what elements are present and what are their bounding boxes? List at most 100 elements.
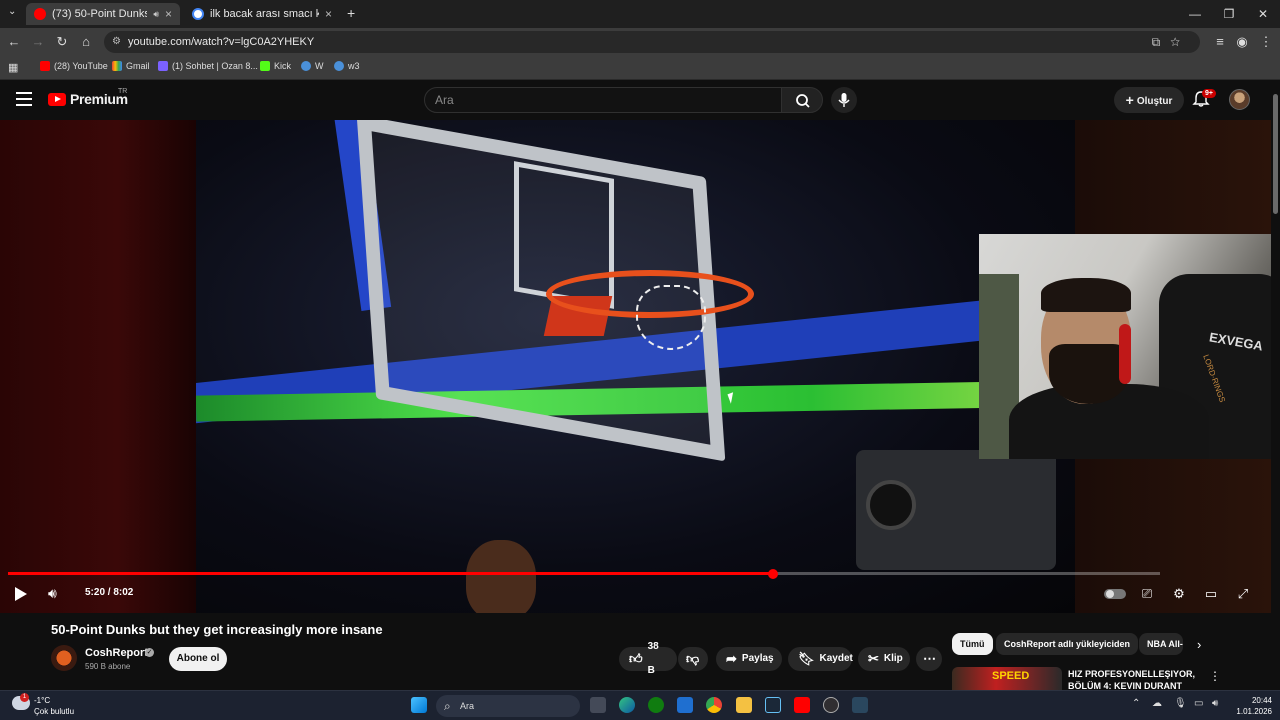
- home-icon[interactable]: ⌂: [78, 34, 94, 49]
- url-input[interactable]: ⚙︎ youtube.com/watch?v=lgC0A2YHEKY ⧉☆: [104, 31, 1200, 53]
- tab-close-icon[interactable]: ×: [325, 7, 332, 21]
- site-info-icon[interactable]: ⚙︎: [112, 31, 121, 53]
- progress-bar[interactable]: [8, 568, 1160, 579]
- bookmark-label: (1) Sohbet | Ozan 8...: [172, 61, 258, 71]
- autoplay-toggle[interactable]: [1104, 589, 1126, 599]
- bookmark-gmail[interactable]: Gmail: [112, 61, 150, 71]
- more-dots-icon: ⋯: [923, 651, 936, 666]
- tray-expand-icon[interactable]: ⌃: [1132, 698, 1140, 709]
- dislike-button[interactable]: 👎︎: [678, 647, 708, 671]
- window-controls: — ❐ ✕: [1178, 0, 1280, 28]
- task-view-icon[interactable]: [590, 697, 606, 713]
- steam-icon[interactable]: [765, 697, 781, 713]
- temperature: -1°C: [34, 696, 51, 705]
- apps-grid-icon[interactable]: ▦: [8, 61, 18, 74]
- chip-nba-all[interactable]: NBA All-: [1139, 633, 1183, 655]
- share-button[interactable]: ➦ Paylaş: [716, 647, 782, 671]
- mic-tray-icon[interactable]: 🎙︎: [1174, 698, 1187, 709]
- more-vertical-icon[interactable]: ⋮: [1209, 669, 1221, 683]
- chrome-icon[interactable]: [706, 697, 722, 713]
- tab-title: (73) 50-Point Dunks but they get: [52, 8, 148, 20]
- media-control-icon[interactable]: ≡: [1212, 34, 1228, 49]
- thumbs-down-icon: 👎︎: [686, 651, 700, 666]
- restore-icon[interactable]: ❐: [1212, 0, 1246, 28]
- chip-from-uploader[interactable]: CoshReport adlı yükleyiciden: [996, 633, 1139, 655]
- channel-avatar[interactable]: [51, 645, 77, 671]
- scrubber-handle[interactable]: [767, 568, 778, 579]
- speaker-icon[interactable]: 🔊︎: [1212, 698, 1218, 709]
- create-button[interactable]: + Oluştur: [1114, 87, 1184, 113]
- time-display: 5:20 / 8:02: [85, 587, 134, 598]
- chip-all[interactable]: Tümü: [952, 633, 993, 655]
- chevron-right-icon[interactable]: ›: [1197, 637, 1201, 652]
- subtitles-icon[interactable]: ⎚: [1138, 586, 1156, 602]
- volume-icon[interactable]: 🔊︎: [48, 585, 57, 602]
- taskbar-search[interactable]: Ara: [436, 695, 580, 717]
- streamer-beard: [1049, 344, 1129, 404]
- hamburger-menu-icon[interactable]: [16, 92, 32, 106]
- install-icon[interactable]: ⧉: [1152, 35, 1171, 49]
- search-button[interactable]: [781, 87, 823, 113]
- scrollbar-thumb[interactable]: [1273, 94, 1278, 214]
- video-frame[interactable]: [196, 120, 1075, 613]
- edge-icon[interactable]: [619, 697, 635, 713]
- url-text: youtube.com/watch?v=lgC0A2YHEKY: [128, 36, 315, 48]
- tab-audio-icon[interactable]: 🔊︎: [153, 9, 159, 20]
- notifications-badge: 9+: [1202, 89, 1216, 98]
- page-scrollbar[interactable]: [1271, 80, 1280, 690]
- reload-icon[interactable]: ↻: [54, 34, 70, 50]
- youtube-favicon-icon: [34, 8, 46, 20]
- bookmark-w[interactable]: W: [301, 61, 324, 71]
- onedrive-icon[interactable]: ☁: [1152, 698, 1162, 709]
- player-head: [466, 540, 536, 613]
- youtube-premium-logo[interactable]: Premium TR: [48, 88, 128, 107]
- clip-button[interactable]: ✂ Klip: [858, 647, 910, 671]
- minimize-icon[interactable]: —: [1178, 0, 1212, 28]
- subscribe-button[interactable]: Abone ol: [169, 647, 227, 671]
- channel-name[interactable]: CoshReport: [85, 647, 148, 659]
- file-explorer-icon[interactable]: [736, 697, 752, 713]
- network-icon[interactable]: ▭: [1194, 698, 1203, 709]
- bookmark-star-icon[interactable]: ☆: [1170, 35, 1190, 49]
- save-button[interactable]: 🔖︎ Kaydet: [788, 647, 853, 671]
- globe-icon: [334, 61, 344, 71]
- tab-search-chevron-icon[interactable]: ⌄: [8, 6, 16, 17]
- search-icon: [796, 94, 810, 108]
- recommendation-title[interactable]: HIZ PROFESYONELLEŞIYOR, BÖLÜM 4: KEVIN D…: [1068, 668, 1198, 690]
- youtube-app-icon[interactable]: [794, 697, 810, 713]
- back-icon[interactable]: ←: [6, 34, 22, 49]
- steam-active-icon[interactable]: [852, 697, 868, 713]
- xbox-icon[interactable]: [648, 697, 664, 713]
- windows-start-icon[interactable]: [411, 697, 427, 713]
- voice-search-button[interactable]: [831, 87, 857, 113]
- kick-icon: [260, 61, 270, 71]
- close-window-icon[interactable]: ✕: [1246, 0, 1280, 28]
- youtube-header: Premium TR Ara + Oluştur 9+: [0, 80, 1280, 120]
- bookmark-kick[interactable]: Kick: [260, 61, 291, 71]
- tab-youtube-video[interactable]: (73) 50-Point Dunks but they get 🔊︎ ×: [26, 3, 180, 25]
- search-input[interactable]: Ara: [424, 87, 782, 113]
- bookmark-w3[interactable]: w3: [334, 61, 360, 71]
- recommendation-thumbnail[interactable]: SPEED: [952, 667, 1062, 691]
- settings-gear-icon[interactable]: ⚙︎: [1170, 586, 1188, 602]
- browser-menu-icon[interactable]: ⋮: [1258, 34, 1274, 50]
- account-avatar[interactable]: [1229, 89, 1250, 110]
- system-clock[interactable]: 20:44 1.01.2026: [1232, 695, 1272, 717]
- obs-icon[interactable]: [823, 697, 839, 713]
- like-button[interactable]: 👍︎ 38 B: [619, 641, 677, 676]
- fullscreen-icon[interactable]: ⤢: [1234, 586, 1252, 602]
- mail-icon[interactable]: [677, 697, 693, 713]
- tab-close-icon[interactable]: ×: [165, 7, 172, 21]
- theater-mode-icon[interactable]: ▭: [1202, 586, 1220, 602]
- taskbar-search-label: Ara: [460, 701, 475, 711]
- new-tab-icon[interactable]: +: [347, 5, 355, 21]
- forward-icon[interactable]: →: [30, 34, 46, 49]
- weather-widget[interactable]: -1°C Çok bulutlu: [34, 695, 74, 717]
- webcam-overlay: EXVEGA LORD·RINGS: [979, 234, 1280, 459]
- tab-google-search[interactable]: ilk bacak arası smacı kim vurdu ×: [184, 3, 340, 25]
- play-icon[interactable]: [15, 587, 27, 601]
- more-actions-button[interactable]: ⋯: [916, 647, 942, 671]
- bookmark-sohbet[interactable]: (1) Sohbet | Ozan 8...: [158, 61, 258, 71]
- bookmark-youtube[interactable]: (28) YouTube: [40, 61, 108, 71]
- profile-icon[interactable]: ◉: [1234, 34, 1250, 50]
